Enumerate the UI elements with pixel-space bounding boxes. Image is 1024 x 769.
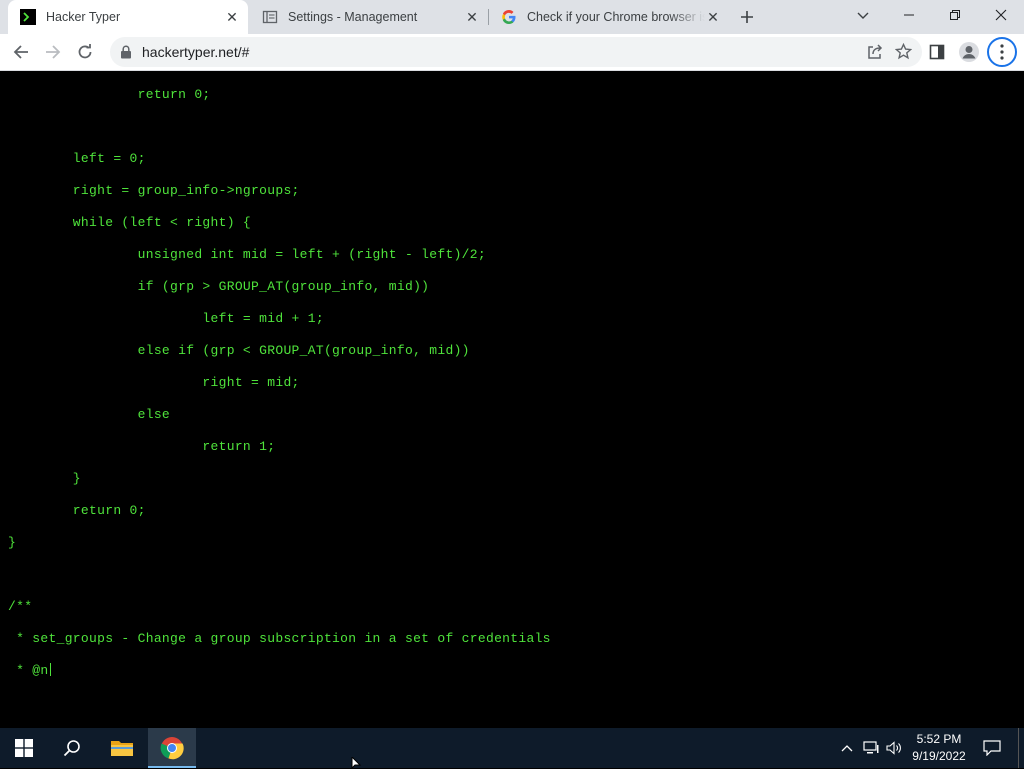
back-button[interactable] [7,38,35,66]
reload-icon [78,44,92,59]
hackertyper-icon [20,9,36,25]
code-line: return 1; [8,439,276,454]
side-panel-button[interactable] [923,38,951,66]
reload-button[interactable] [71,38,99,66]
minimize-icon [904,14,914,16]
side-panel-icon [929,44,945,60]
close-icon [995,9,1007,21]
code-line: } [8,535,17,550]
chrome-menu-button[interactable] [987,37,1017,67]
code-line: while (left < right) { [8,215,252,230]
code-line: else if (grp < GROUP_AT(group_info, mid)… [8,343,470,358]
code-line: * set_groups - Change a group subscripti… [8,631,551,646]
profile-avatar-icon [959,42,979,62]
text-cursor [49,663,51,676]
browser-toolbar: hackertyper.net/# [0,34,1024,71]
hacker-typer-page[interactable]: return 0; left = 0; right = group_info->… [0,71,1024,728]
speaker-icon [886,741,901,755]
search-icon [63,740,80,757]
new-tab-button[interactable] [734,5,760,29]
minimize-button[interactable] [886,0,932,30]
bookmark-star-icon[interactable] [895,43,912,60]
close-tab-icon[interactable]: ✕ [705,9,721,25]
windows-taskbar: 5:52 PM 9/19/2022 [0,728,1024,768]
close-tab-icon[interactable]: ✕ [464,9,480,25]
more-vert-icon [1000,44,1004,60]
code-line: return 0; [8,87,211,102]
mouse-cursor-icon [351,757,362,769]
forward-button[interactable] [39,38,67,66]
tab-settings-management[interactable]: Settings - Management ✕ [250,0,488,34]
windows-logo-icon [15,739,33,757]
code-line: * @n [8,663,49,678]
system-clock[interactable]: 5:52 PM 9/19/2022 [906,731,972,765]
tab-title: Check if your Chrome browser is [527,10,705,24]
tab-strip: Hacker Typer ✕ Settings - Management ✕ C… [0,0,1024,34]
show-desktop-button[interactable] [1018,728,1024,768]
google-g-icon [502,10,516,24]
code-line: right = mid; [8,375,300,390]
code-line: if (grp > GROUP_AT(group_info, mid)) [8,279,430,294]
network-icon [863,741,879,754]
code-line: right = group_info->ngroups; [8,183,300,198]
chevron-up-icon [841,745,853,752]
plus-icon [741,11,753,23]
close-window-button[interactable] [978,0,1024,30]
chrome-taskbar-button[interactable] [148,728,196,768]
notifications-button[interactable] [978,728,1006,768]
url-text[interactable]: hackertyper.net/# [142,44,249,60]
restore-button[interactable] [932,0,978,30]
code-line: unsigned int mid = left + (right - left)… [8,247,486,262]
chrome-logo-icon [160,737,184,760]
search-button[interactable] [48,728,96,768]
restore-icon [950,10,960,20]
tab-check-chrome[interactable]: Check if your Chrome browser is ✕ [489,0,729,34]
code-line: left = 0; [8,151,146,166]
code-line: left = mid + 1; [8,311,324,326]
address-bar[interactable]: hackertyper.net/# [110,37,922,67]
notification-icon [983,740,1001,756]
code-line-current: * @n [8,663,51,678]
close-tab-icon[interactable]: ✕ [224,9,240,25]
code-line: } [8,471,81,486]
code-line: else [8,407,171,422]
code-line: return 0; [8,503,146,518]
clock-time: 5:52 PM [916,732,962,746]
tab-search-button[interactable] [840,0,886,30]
file-explorer-button[interactable] [98,728,146,768]
settings-page-icon [262,10,278,24]
code-line: /** [8,599,33,614]
folder-icon [111,741,133,756]
volume-button[interactable] [884,728,904,768]
show-hidden-icons-button[interactable] [838,728,856,768]
chevron-down-icon [857,12,869,19]
tab-title: Settings - Management [288,10,418,24]
profile-button[interactable] [955,38,983,66]
share-icon[interactable] [867,43,884,60]
start-button[interactable] [0,728,48,768]
tab-hacker-typer[interactable]: Hacker Typer ✕ [8,0,248,34]
arrow-left-icon [13,45,28,59]
arrow-right-icon [46,45,61,59]
clock-date: 9/19/2022 [912,749,966,763]
network-button[interactable] [860,728,882,768]
lock-icon[interactable] [120,45,132,59]
tab-title: Hacker Typer [46,10,121,24]
